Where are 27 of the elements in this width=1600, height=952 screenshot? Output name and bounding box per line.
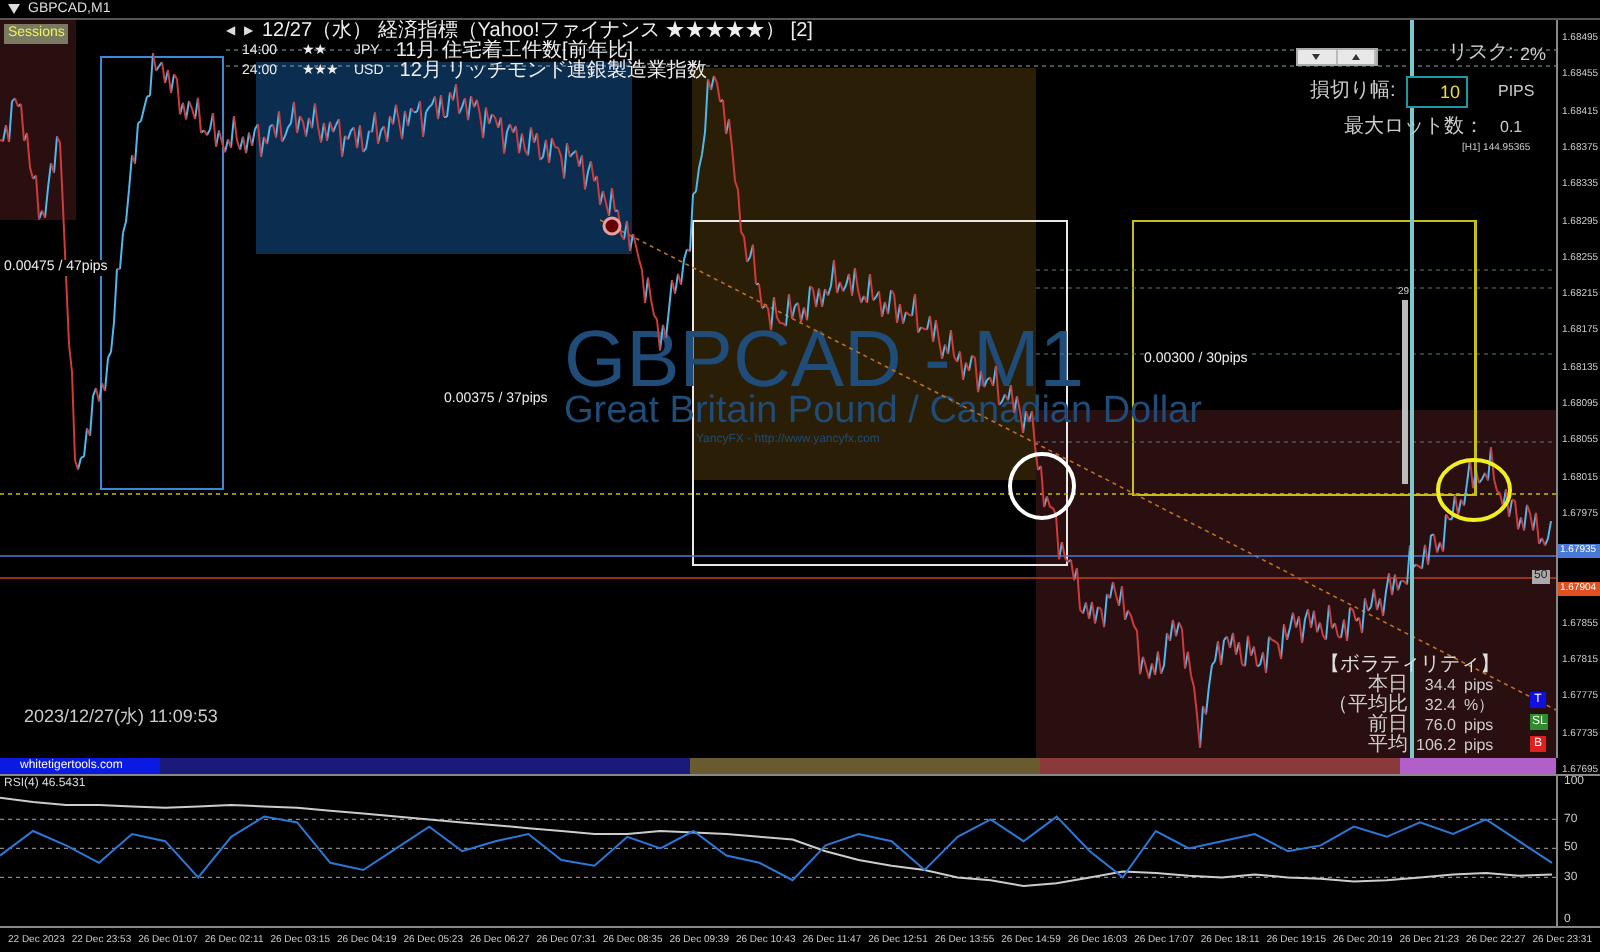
stat-label: 前日 bbox=[1366, 716, 1408, 736]
down-arrow-icon bbox=[1312, 54, 1321, 60]
stat-unit: pips bbox=[1464, 716, 1494, 736]
stop-loss-field[interactable]: 10 bbox=[1406, 76, 1468, 108]
dropdown-icon[interactable] bbox=[8, 4, 20, 14]
stat-unit: pips bbox=[1464, 736, 1494, 756]
risk-value: 2% bbox=[1520, 44, 1547, 64]
stat-unit: %） bbox=[1464, 696, 1495, 716]
max-lot-value: 0.1 bbox=[1500, 118, 1523, 138]
stop-loss-label: 損切り幅: bbox=[1310, 82, 1396, 102]
stat-value: 32.4 bbox=[1422, 696, 1456, 716]
stat-value: 34.4 bbox=[1422, 676, 1456, 696]
event-title: 11月 住宅着工件数[前年比] bbox=[395, 42, 634, 62]
highlight-circle bbox=[1436, 458, 1512, 522]
clock-text: 2023/12/27(水) 11:09:53 bbox=[24, 706, 218, 726]
up-arrow-icon bbox=[1351, 54, 1360, 60]
unit-label: PIPS bbox=[1498, 82, 1535, 102]
stat-label: （平均比 bbox=[1326, 696, 1408, 716]
stat-unit: pips bbox=[1464, 676, 1494, 696]
stat-label: 本日 bbox=[1368, 676, 1408, 696]
event-title: 12月 リッチモンド連銀製造業指数 bbox=[399, 62, 708, 82]
stat-label: 平均 bbox=[1366, 736, 1408, 756]
stat-value: 106.2 bbox=[1416, 736, 1456, 756]
stat-value: 76.0 bbox=[1422, 716, 1456, 736]
risk-label: リスク: bbox=[1448, 44, 1514, 64]
highlight-circle bbox=[1008, 452, 1076, 520]
point-marker bbox=[602, 216, 622, 236]
